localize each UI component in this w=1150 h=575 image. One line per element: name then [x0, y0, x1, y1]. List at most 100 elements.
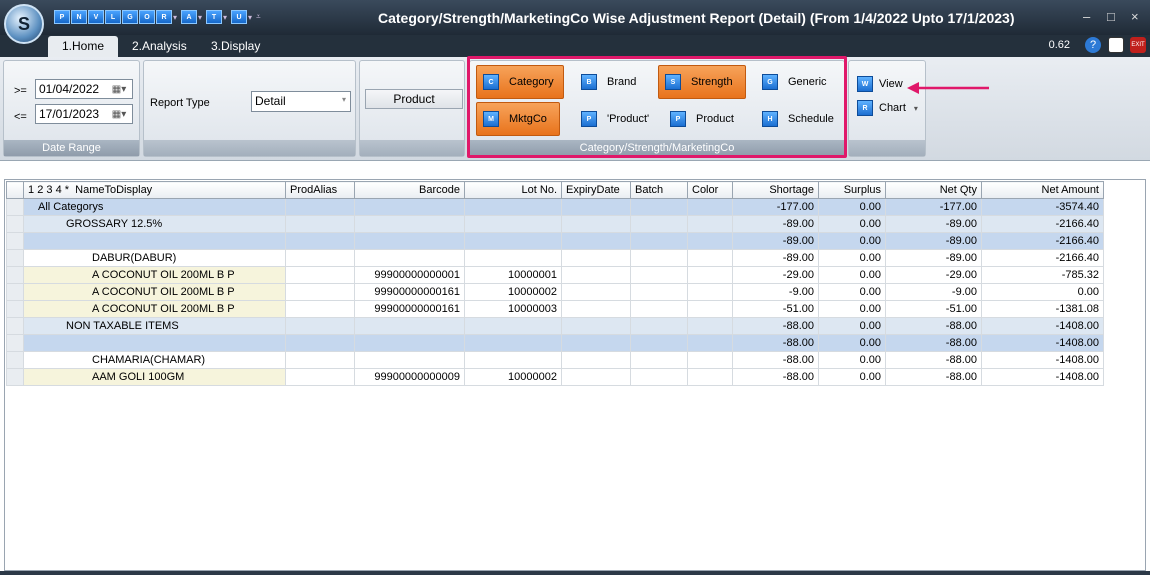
row-selector[interactable] — [6, 317, 24, 335]
level-1-button[interactable]: 1 — [28, 184, 34, 196]
product-group-footer — [360, 140, 464, 156]
column-header-color[interactable]: Color — [687, 181, 733, 199]
tab-display[interactable]: 3.Display — [197, 36, 274, 57]
chevron-down-icon[interactable]: ▾ — [223, 13, 227, 22]
row-selector[interactable] — [6, 283, 24, 301]
chevron-down-icon[interactable]: ▾ — [198, 13, 202, 22]
generic-toggle-button[interactable]: G Generic — [756, 65, 840, 99]
chevron-down-icon[interactable]: ▾ — [914, 104, 918, 113]
cell-lot: 10000002 — [464, 283, 562, 301]
to-date-input[interactable]: 17/01/2023 ▦▾ — [35, 104, 133, 124]
date-range-group: >= 01/04/2022 ▦▾ <= 17/01/2023 ▦▾ Date R… — [3, 60, 140, 157]
view-label: View — [879, 78, 903, 90]
chevron-down-icon[interactable]: ▾ — [173, 13, 177, 22]
cell-expiry — [561, 351, 631, 369]
report-type-select[interactable]: Detail ▾ — [251, 91, 351, 112]
quick-access-a-icon[interactable]: A — [181, 10, 198, 24]
date-range-group-label: Date Range — [4, 140, 139, 156]
calendar-icon[interactable]: ▦▾ — [108, 79, 130, 99]
cell-shortage: -29.00 — [732, 266, 819, 284]
table-row[interactable]: A COCONUT OIL 200ML B P 99900000000161 100… — [6, 300, 1104, 318]
row-selector[interactable] — [6, 232, 24, 250]
quick-access-p-icon[interactable]: P — [54, 10, 70, 24]
calendar-icon[interactable]: ▦▾ — [108, 104, 130, 124]
level-3-button[interactable]: 3 — [46, 184, 52, 196]
level-all-button[interactable]: * — [65, 184, 69, 196]
column-header-expiry[interactable]: ExpiryDate — [561, 181, 631, 199]
column-header-netamount[interactable]: Net Amount — [981, 181, 1104, 199]
cell-netamount: 0.00 — [981, 283, 1104, 301]
quick-access-g-icon[interactable]: G — [122, 10, 138, 24]
chart-button[interactable]: R Chart ▾ — [851, 98, 923, 118]
table-row[interactable]: CHAMARIA(CHAMAR) -88.00 0.00 -88.00 -1408.00 — [6, 351, 1104, 369]
column-header-prodalias[interactable]: ProdAlias — [285, 181, 355, 199]
cell-surplus: 0.00 — [818, 351, 886, 369]
table-row[interactable]: A COCONUT OIL 200ML B P 99900000000161 100… — [6, 283, 1104, 301]
row-selector[interactable] — [6, 266, 24, 284]
column-header-surplus[interactable]: Surplus — [818, 181, 886, 199]
from-date-input[interactable]: 01/04/2022 ▦▾ — [35, 79, 133, 99]
quick-access-v-icon[interactable]: V — [88, 10, 104, 24]
minimize-icon[interactable]: – — [1083, 9, 1090, 24]
table-row[interactable]: A COCONUT OIL 200ML B P 99900000000001 100… — [6, 266, 1104, 284]
level-2-button[interactable]: 2 — [37, 184, 43, 196]
cell-alias — [285, 351, 355, 369]
column-header-shortage[interactable]: Shortage — [732, 181, 819, 199]
close-icon[interactable]: × — [1131, 9, 1139, 24]
quick-access-n-icon[interactable]: N — [71, 10, 87, 24]
table-row[interactable]: -89.00 0.00 -89.00 -2166.40 — [6, 232, 1104, 250]
row-selector[interactable] — [6, 249, 24, 267]
quick-access-t-icon[interactable]: T — [206, 10, 223, 24]
row-selector[interactable] — [6, 198, 24, 216]
chart-label: Chart — [879, 102, 906, 114]
tab-analysis[interactable]: 2.Analysis — [118, 36, 201, 57]
brand-toggle-button[interactable]: B Brand — [575, 65, 651, 99]
customize-toolbar-icon[interactable]: ⩡ — [256, 12, 261, 22]
quick-access-r-icon[interactable]: R — [156, 10, 172, 24]
table-row[interactable]: DABUR(DABUR) -89.00 0.00 -89.00 -2166.40 — [6, 249, 1104, 267]
row-selector[interactable] — [6, 334, 24, 352]
table-row[interactable]: AAM GOLI 100GM 99900000000009 10000002 -88.… — [6, 368, 1104, 386]
row-selector[interactable] — [6, 215, 24, 233]
cell-shortage: -88.00 — [732, 368, 819, 386]
column-header-netqty[interactable]: Net Qty — [885, 181, 982, 199]
cell-shortage: -89.00 — [732, 232, 819, 250]
cell-color — [687, 300, 733, 318]
chevron-down-icon[interactable]: ▾ — [342, 95, 346, 104]
chevron-down-icon[interactable]: ▾ — [248, 13, 252, 22]
row-selector[interactable] — [6, 300, 24, 318]
column-header-lot[interactable]: Lot No. — [464, 181, 562, 199]
grouping-group-label: Category/Strength/MarketingCo — [470, 140, 844, 156]
table-row[interactable]: All Categorys -177.00 0.00 -177.00 -3574.40 — [6, 198, 1104, 216]
quick-access-o-icon[interactable]: O — [139, 10, 155, 24]
strength-toggle-button[interactable]: S Strength — [658, 65, 746, 99]
row-selector[interactable] — [6, 368, 24, 386]
cell-surplus: 0.00 — [818, 334, 886, 352]
help-icon[interactable]: ? — [1085, 37, 1101, 53]
row-selector[interactable] — [6, 351, 24, 369]
app-logo-icon[interactable]: S — [4, 4, 44, 44]
mktgco-toggle-button[interactable]: M MktgCo — [476, 102, 560, 136]
column-header-batch[interactable]: Batch — [630, 181, 688, 199]
document-icon[interactable] — [1108, 37, 1124, 53]
level-4-button[interactable]: 4 — [56, 184, 62, 196]
quick-access-u-icon[interactable]: U — [231, 10, 248, 24]
table-row[interactable]: GROSSARY 12.5% -89.00 0.00 -89.00 -2166.40 — [6, 215, 1104, 233]
strength-icon: S — [665, 74, 681, 90]
exit-icon[interactable]: EXIT — [1130, 37, 1146, 53]
category-toggle-button[interactable]: C Category — [476, 65, 564, 99]
quick-access-l-icon[interactable]: L — [105, 10, 121, 24]
table-row[interactable]: -88.00 0.00 -88.00 -1408.00 — [6, 334, 1104, 352]
cell-netamount: -2166.40 — [981, 232, 1104, 250]
tab-home[interactable]: 1.Home — [48, 36, 119, 57]
column-header-name[interactable]: 1 2 3 4 * NameToDisplay — [23, 181, 286, 199]
product-button[interactable]: Product — [365, 89, 463, 109]
maximize-icon[interactable]: □ — [1107, 9, 1115, 24]
product-toggle-button[interactable]: P Product — [664, 102, 746, 136]
quoted-product-toggle-button[interactable]: P 'Product' — [575, 102, 657, 136]
cell-netqty: -88.00 — [885, 368, 982, 386]
schedule-toggle-button[interactable]: H Schedule — [756, 102, 844, 136]
table-row[interactable]: NON TAXABLE ITEMS -88.00 0.00 -88.00 -1408.0… — [6, 317, 1104, 335]
category-label: Category — [509, 76, 554, 88]
column-header-barcode[interactable]: Barcode — [354, 181, 465, 199]
